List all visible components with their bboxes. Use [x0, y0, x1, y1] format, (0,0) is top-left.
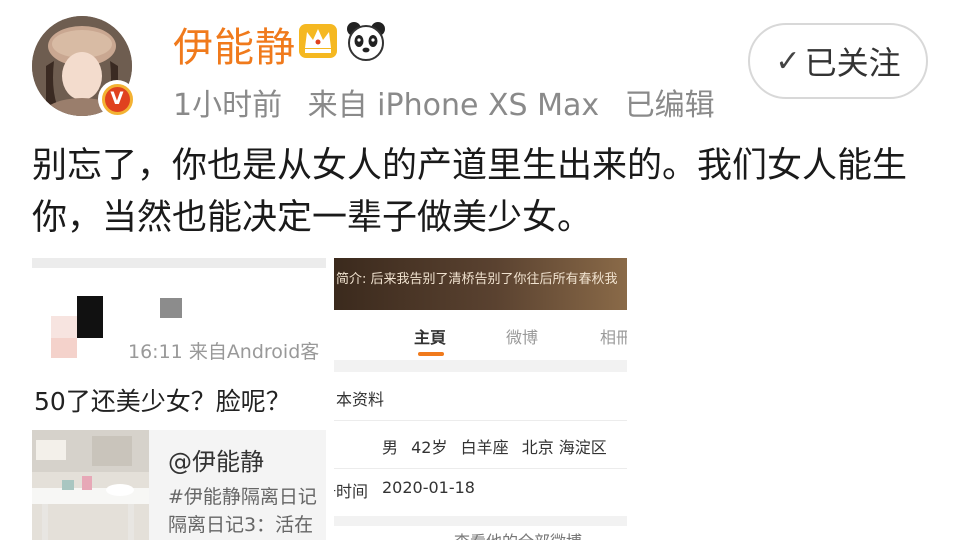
card-snippet: 隔离日记3：活在	[168, 514, 314, 536]
registration-date: 2020-01-18	[382, 478, 475, 497]
section-title: 本资料	[336, 390, 385, 409]
post-edited[interactable]: 已编辑	[625, 88, 715, 123]
post-time: 1小时前	[173, 88, 283, 123]
post-text: 别忘了，你也是从女人的产道里生出来的。我们女人能生 你，当然也能决定一辈子做美少…	[32, 140, 922, 244]
check-icon: ✓	[775, 43, 801, 79]
divider	[32, 258, 326, 268]
profile-banner: 简介: 后来我告别了清桥告别了你往后所有春秋我	[334, 258, 627, 310]
info-zodiac: 白羊座	[460, 438, 509, 457]
profile-tabs: 主頁 微博 相冊	[334, 310, 627, 360]
divider	[334, 516, 627, 526]
panda-icon[interactable]	[345, 20, 387, 62]
tab-weibo[interactable]: 微博	[506, 324, 538, 348]
registration-label: 注册时间	[334, 482, 369, 501]
follow-button[interactable]: ✓ 已关注	[748, 23, 928, 99]
tab-album[interactable]: 相冊	[600, 324, 627, 348]
shared-card[interactable]: @伊能静 #伊能静隔离日记 隔离日记3：活在	[32, 430, 326, 540]
profile-info: 男 42岁 白羊座 北京 海淀区	[382, 434, 615, 458]
embedded-screenshot-right[interactable]: 简介: 后来我告别了清桥告别了你往后所有春秋我 主頁 微博 相冊 本资料 男 4…	[334, 258, 627, 540]
mosaic-avatar	[51, 296, 103, 358]
comment-time: 16:11	[128, 341, 183, 363]
card-title[interactable]: @伊能静	[168, 442, 264, 477]
info-location: 北京 海淀区	[521, 438, 607, 457]
info-gender: 男	[382, 438, 399, 457]
profile-intro: 简介: 后来我告别了清桥告别了你往后所有春秋我	[336, 272, 618, 287]
comment-text: 50了还美少女？脸呢？	[34, 387, 291, 416]
card-hashtag[interactable]: #伊能静隔离日记	[168, 482, 317, 509]
mosaic-name	[160, 298, 182, 318]
post-source[interactable]: 来自 iPhone XS Max	[308, 88, 600, 123]
follow-button-label: 已关注	[804, 44, 901, 82]
divider	[334, 468, 627, 469]
embedded-screenshot-left[interactable]: 16:11 来自Android客 50了还美少女？脸呢？ @伊能静 #伊能静隔离…	[32, 258, 326, 540]
tab-active-indicator	[418, 352, 444, 356]
comment-meta: 16:11 来自Android客	[128, 337, 319, 364]
divider	[334, 420, 627, 421]
tab-home[interactable]: 主頁	[414, 324, 446, 348]
card-thumbnail	[32, 430, 149, 540]
post-text-line: 别忘了，你也是从女人的产道里生出来的。我们女人能生	[32, 146, 908, 186]
username[interactable]: 伊能静	[173, 15, 296, 73]
divider	[334, 360, 627, 372]
post-text-line: 你，当然也能决定一辈子做美少女。	[32, 198, 593, 238]
comment-source: 来自Android客	[188, 341, 320, 363]
view-all-posts-link[interactable]: 查看他的全部微博	[454, 528, 582, 540]
crown-icon[interactable]	[297, 20, 339, 60]
post-meta: 1小时前 来自 iPhone XS Max 已编辑	[173, 80, 731, 124]
verified-badge: V	[98, 80, 136, 118]
info-age: 42岁	[411, 438, 448, 457]
